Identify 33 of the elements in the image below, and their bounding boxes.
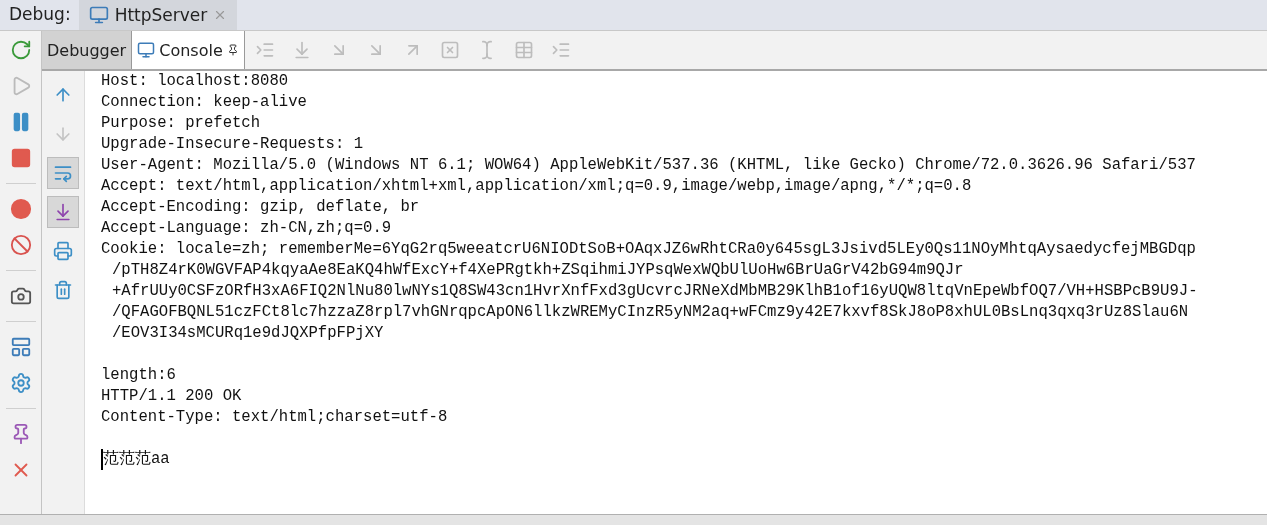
console-line: /EOV3I34sMCURq1e9dJQXPfpFPjXY: [111, 323, 384, 344]
camera-icon[interactable]: [9, 285, 32, 307]
tab-title: HttpServer: [114, 5, 208, 25]
console-line: Cookie: locale=zh; rememberMe=6YqG2rq5weeatcrU6NIODtSoB+OAqxJZ6wRhtCRa0y645sgL3Jsivd5LEy0Qs11NOyMhtqAysaedycfejMBGDqp: [101, 239, 1196, 260]
drop-frame-icon[interactable]: [439, 40, 460, 60]
stop-icon[interactable]: [9, 147, 32, 169]
console-line: User-Agent: Mozilla/5.0 (Windows NT 6.1; WOW64) AppleWebKit/537.36 (KHTML, like Gecko) Chrome/72.0.3626.96 Safari/537: [101, 155, 1196, 176]
console-line: /QFAGOFBQNL51czFCt8lc7hzzaZ8rpl7vhGNrqpcApON6llkzWREMyCInzR5yNM2aq+wFCmz9y42E7kxvf8SkJ8oP8xhUL0BsLnq3qxq3rUz8Slau6N: [111, 302, 1189, 323]
layout-icon[interactable]: [9, 336, 32, 358]
console-line: Host: localhost:8080: [101, 71, 289, 92]
panel-tab[interactable]: Console: [132, 31, 245, 69]
console-line: Connection: keep-alive: [101, 92, 307, 113]
settings-icon[interactable]: [9, 372, 32, 394]
side-tool-button[interactable]: [47, 157, 79, 189]
debug-label: Debug:: [8, 3, 72, 26]
console-icon: [137, 41, 156, 59]
pin-icon[interactable]: [226, 44, 239, 56]
monitor-icon: [88, 5, 109, 25]
console-line: +AfrUUy0CSFzORfH3xA6FIQ2NlNu80lwNYs1Q8SW43cn1HvrXnfFxd3gUcvrcJRNeXdMbMB29KlhB1of16yUQW8ltqVnEpeWbfOQ7/VH+HSBPcB9U9J-: [111, 281, 1198, 302]
console-line: 范范范aa: [101, 449, 170, 470]
console-line: /pTH8Z4rK0WGVFAP4kqyaAe8EaKQ4hWfExcY+f4XePRgtkh+ZSqihmiJYPsqWexWQbUlUoHw6BrUaGrV42bG94m9QJr: [111, 260, 964, 281]
console-line: Purpose: prefetch: [101, 113, 261, 134]
console-line: Accept-Encoding: gzip, deflate, br: [101, 197, 420, 218]
console-line: HTTP/1.1 200 OK: [101, 386, 242, 407]
side-tool-button[interactable]: [47, 196, 79, 228]
console-line: Upgrade-Insecure-Requests: 1: [101, 134, 364, 155]
console-line: Accept: text/html,application/xhtml+xml,application/xml;q=0.9,image/webp,image/apng,*/*;q=0.8: [101, 176, 972, 197]
console-line: length:6: [101, 365, 176, 386]
console-line: Content-Type: text/html;charset=utf-8: [101, 407, 448, 428]
console-line: Accept-Language: zh-CN,zh;q=0.9: [101, 218, 392, 239]
rerun-icon[interactable]: [9, 39, 32, 61]
session-tab[interactable]: HttpServer: [78, 0, 238, 30]
panel-tab[interactable]: Debugger: [42, 31, 133, 69]
